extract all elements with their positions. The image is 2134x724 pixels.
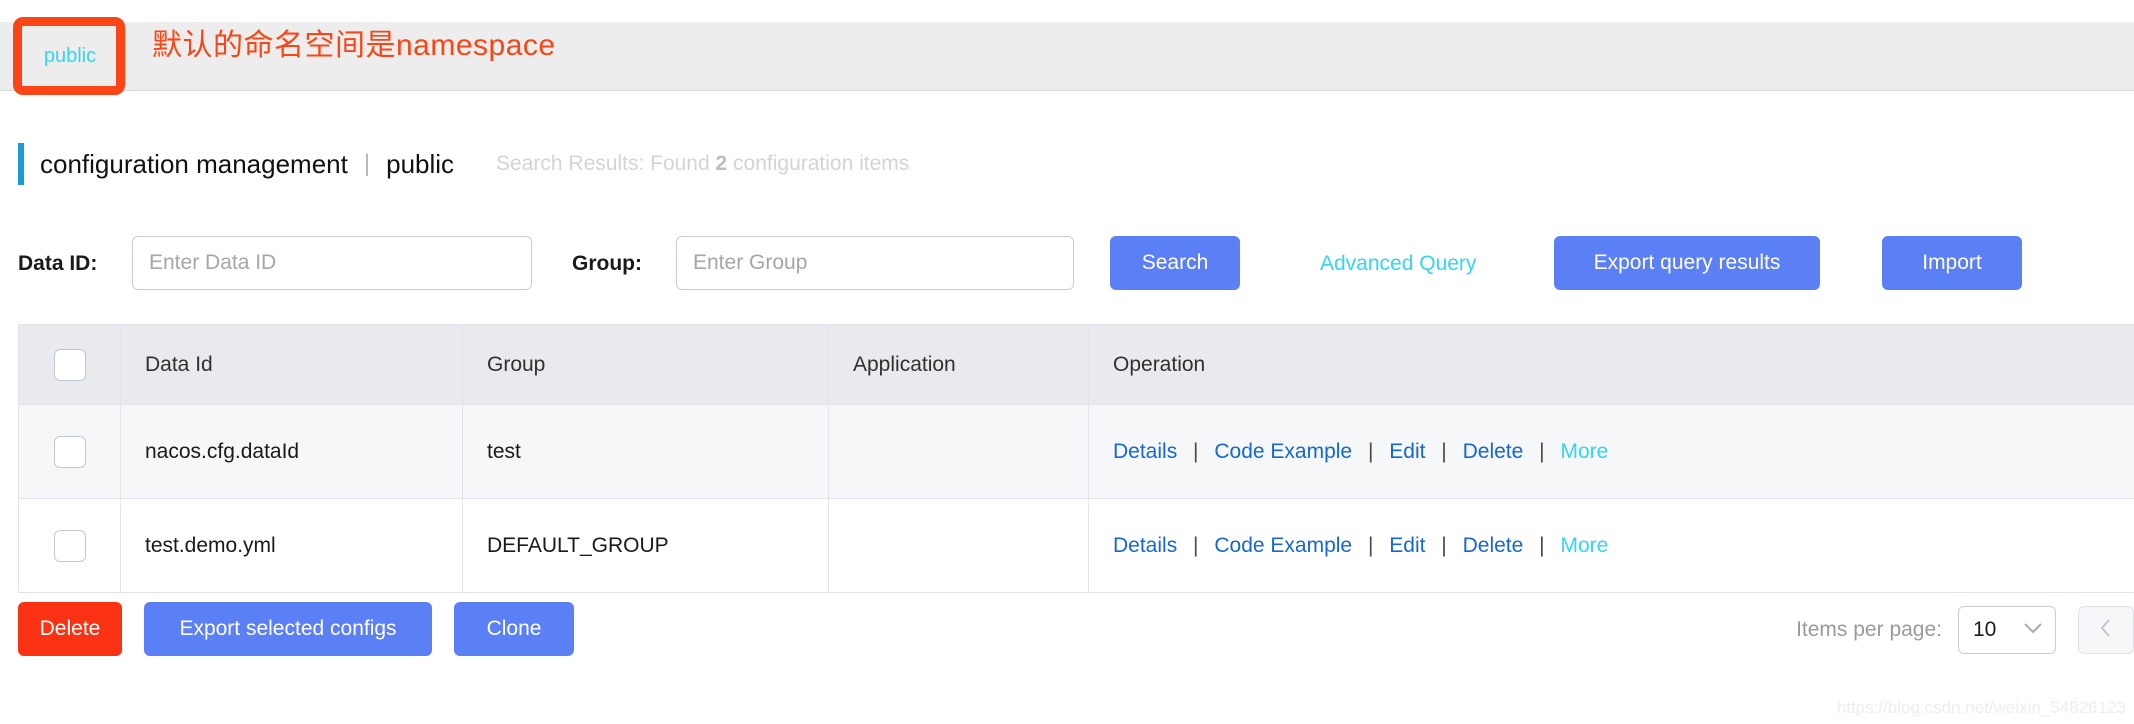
code-example-link[interactable]: Code Example (1214, 534, 1352, 557)
table-footer: Delete Export selected configs Clone Ite… (18, 602, 2134, 662)
group-label: Group: (572, 252, 642, 275)
export-selected-configs-button[interactable]: Export selected configs (144, 602, 432, 656)
watermark: https://blog.csdn.net/weixin_54826123 (1836, 698, 2126, 717)
breadcrumb-accent-bar (18, 143, 24, 185)
search-results-summary: Search Results: Found 2 configuration it… (496, 152, 909, 176)
cell-application (828, 404, 1089, 499)
operation-separator: | (1367, 439, 1374, 463)
column-header-operation: Operation (1088, 324, 2134, 405)
cell-application (828, 498, 1089, 593)
cell-group: test (462, 404, 829, 499)
prev-page-button[interactable] (2078, 606, 2134, 654)
page-size-select[interactable]: 10 (1958, 606, 2056, 654)
more-link[interactable]: More (1560, 534, 1608, 557)
cell-group: DEFAULT_GROUP (462, 498, 829, 593)
search-summary-count: 2 (715, 152, 728, 175)
chevron-down-icon (2023, 621, 2043, 639)
breadcrumb: configuration management | public Search… (18, 142, 909, 186)
edit-link[interactable]: Edit (1389, 440, 1425, 463)
row-select-cell (18, 404, 121, 499)
operation-separator: | (1193, 439, 1199, 463)
annotation-text: 默认的命名空间是namespace (152, 29, 556, 62)
code-example-link[interactable]: Code Example (1214, 440, 1352, 463)
table-row[interactable]: nacos.cfg.dataId test Details | Code Exa… (18, 404, 2134, 499)
cell-data-id: test.demo.yml (120, 498, 463, 593)
cell-operations: Details | Code Example | Edit | Delete |… (1088, 404, 2134, 499)
query-form: Data ID: Group: Search Advanced Query Ex… (0, 236, 2134, 296)
operation-separator: | (1367, 533, 1374, 557)
items-per-page-label: Items per page: (1796, 618, 1942, 641)
chevron-left-icon (2100, 618, 2112, 643)
table-body: nacos.cfg.dataId test Details | Code Exa… (18, 404, 2134, 593)
operation-separator: | (1441, 533, 1447, 557)
search-summary-suffix: configuration items (733, 152, 910, 175)
row-checkbox[interactable] (53, 529, 86, 562)
annotation-highlight-box (13, 17, 125, 95)
delete-button[interactable]: Delete (18, 602, 122, 656)
row-select-cell (18, 498, 121, 593)
import-button[interactable]: Import (1882, 236, 2022, 290)
operation-separator: | (1441, 439, 1447, 463)
operation-separator: | (1539, 533, 1545, 557)
column-header-application: Application (828, 324, 1089, 405)
export-query-results-button[interactable]: Export query results (1554, 236, 1820, 290)
search-button[interactable]: Search (1110, 236, 1240, 290)
operation-separator: | (1539, 439, 1545, 463)
delete-link[interactable]: Delete (1463, 534, 1524, 557)
operation-separator: | (1193, 533, 1199, 557)
breadcrumb-namespace: public (386, 148, 455, 179)
table-header: Data Id Group Application Operation (18, 324, 2134, 405)
more-link[interactable]: More (1560, 440, 1608, 463)
table-row[interactable]: test.demo.yml DEFAULT_GROUP Details | Co… (18, 498, 2134, 593)
search-summary-prefix: Search Results: Found (496, 152, 710, 175)
data-id-input[interactable] (132, 236, 532, 290)
table-header-row: Data Id Group Application Operation (18, 324, 2134, 405)
details-link[interactable]: Details (1113, 534, 1177, 557)
cell-operations: Details | Code Example | Edit | Delete |… (1088, 498, 2134, 593)
page-title: configuration management (40, 148, 348, 179)
row-checkbox[interactable] (53, 435, 86, 468)
column-header-data-id: Data Id (120, 324, 463, 405)
cell-data-id: nacos.cfg.dataId (120, 404, 463, 499)
edit-link[interactable]: Edit (1389, 534, 1425, 557)
pagination-controls: Items per page: 10 (1796, 602, 2134, 658)
advanced-query-link[interactable]: Advanced Query (1320, 252, 1476, 276)
column-header-group: Group (462, 324, 829, 405)
group-input[interactable] (676, 236, 1074, 290)
select-all-header (18, 324, 121, 405)
select-all-checkbox[interactable] (53, 348, 86, 381)
clone-button[interactable]: Clone (454, 602, 574, 656)
details-link[interactable]: Details (1113, 440, 1177, 463)
breadcrumb-separator: | (363, 150, 371, 177)
page-size-value: 10 (1973, 618, 1997, 641)
config-table: Data Id Group Application Operation naco… (18, 324, 2134, 593)
data-id-label: Data ID: (18, 252, 98, 275)
delete-link[interactable]: Delete (1463, 440, 1524, 463)
